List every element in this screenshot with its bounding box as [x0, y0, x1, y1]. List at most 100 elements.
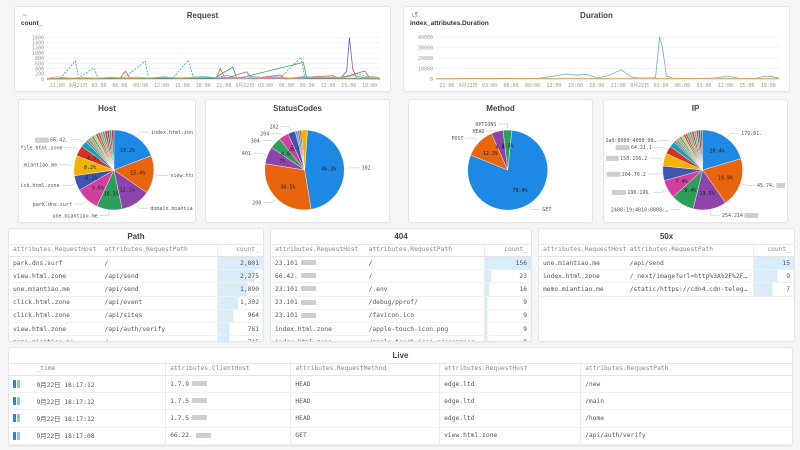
- x-tick: 9月21日: [459, 83, 478, 89]
- table-row[interactable]: 9月22日 18:17:121.7.9HEADedge.ltd/new: [9, 376, 792, 393]
- pie-slice-label: 401: [242, 151, 251, 157]
- table-cell: 9: [484, 296, 531, 309]
- column-header[interactable]: attributes.RequestMethod: [291, 362, 440, 376]
- table-cell: /apple-touch-icon.png: [365, 322, 485, 335]
- panel-method: Method 79.4%12.3%4.8%3.5%OPTIONSHEADPOST…: [408, 99, 593, 223]
- table-row[interactable]: 23.101/.env16: [271, 283, 531, 296]
- pie-pct-label: 3.5%: [502, 144, 514, 150]
- table-row[interactable]: click.html.zone/api/sites964: [9, 309, 263, 322]
- host-pie-chart[interactable]: 19.2%15.4%12.1%10.3%9.6%6.1%8.2%4.3%66.4…: [21, 113, 193, 221]
- panel-statuscodes: StatusCodes 46.3%30.1%7%4.6%4%3.1%202204…: [205, 99, 390, 223]
- table-cell: 9月22日 18:16:18: [32, 444, 165, 445]
- refresh-icon[interactable]: ↺: [411, 10, 419, 20]
- column-header[interactable]: _time: [32, 362, 165, 376]
- table-row[interactable]: une.miantiao.me/api/send1,890: [9, 283, 263, 296]
- table-row[interactable]: view.html.zone/api/auth/verify761: [9, 322, 263, 335]
- pie-leader-line: [137, 205, 149, 209]
- table-row[interactable]: 9月22日 18:16:1849.74.GETpark.dns.surf/: [9, 444, 792, 445]
- live-entry-icon[interactable]: [13, 397, 16, 405]
- pie-leader-line: [281, 127, 292, 131]
- column-header[interactable]: attributes.RequestPath: [626, 243, 754, 257]
- pie-slice-label: view.html.zone: [171, 173, 193, 179]
- row-icon-cell[interactable]: [9, 376, 32, 393]
- table-row[interactable]: view.html.zone/api/send2,275: [9, 270, 263, 283]
- request-line-chart[interactable]: 1600140012001000800600400200021:009月21日0…: [17, 31, 388, 90]
- column-header[interactable]: attributes.RequestPath: [581, 362, 792, 376]
- status-chart-canvas[interactable]: 46.3%30.1%7%4.6%4%3.1%202204304401200302: [208, 113, 387, 221]
- table-cell: 9月22日 18:17:12: [32, 393, 165, 410]
- table-row[interactable]: click.html.zone/api/event1,302: [9, 296, 263, 309]
- column-header[interactable]: count_: [217, 243, 263, 257]
- table-row[interactable]: 66.42./23: [271, 270, 531, 283]
- pie-leader-line: [262, 141, 274, 142]
- row-icon-cell[interactable]: [9, 393, 32, 410]
- pie-pct-label: 30.1%: [280, 185, 295, 191]
- column-header[interactable]: count_: [484, 243, 531, 257]
- pie-leader-line: [728, 133, 740, 137]
- row-icon-cell[interactable]: [9, 427, 32, 444]
- statuscodes-pie-chart[interactable]: 46.3%30.1%7%4.6%4%3.1%202204304401200302: [208, 113, 387, 221]
- ip-chart-canvas[interactable]: 20.4%19.9%13.5%9.4%7.4%2a0:0000:4000:00……: [606, 113, 785, 221]
- live-entry-icon[interactable]: [13, 432, 16, 440]
- live-entry-icon[interactable]: [13, 380, 16, 388]
- table-row[interactable]: memo.miantiao.me/715: [9, 336, 263, 341]
- column-header[interactable]: attributes.RequestHost: [271, 243, 365, 257]
- row-icon-cell[interactable]: [9, 410, 32, 427]
- column-header[interactable]: attributes.ClientHost: [166, 362, 291, 376]
- table-cell: 1,890: [217, 283, 263, 296]
- method-chart-canvas[interactable]: 79.4%12.3%4.8%3.5%OPTIONSHEADPOSTGET: [411, 113, 590, 221]
- table-row[interactable]: une.miantiao.me/api/send15: [539, 257, 794, 270]
- table-row[interactable]: memo.miantiao.me/static/https://cdn4.cdn…: [539, 283, 794, 296]
- line-series-green[interactable]: [47, 62, 380, 78]
- line-series-orange[interactable]: [436, 78, 779, 79]
- column-header[interactable]: attributes.RequestHost: [9, 243, 100, 257]
- x-tick: 18:00: [761, 83, 776, 89]
- pie-slice-label: 66.42.: [50, 138, 68, 144]
- column-header[interactable]: attributes.RequestPath: [365, 243, 485, 257]
- column-header[interactable]: [9, 362, 32, 376]
- pie-slice-label: 179.61.: [741, 131, 762, 137]
- table-cell: memo.miantiao.me: [9, 336, 100, 341]
- pie-leader-line: [487, 130, 497, 131]
- y-axis-label: index_attributes.Duration: [410, 20, 489, 27]
- table-cell: /.env: [365, 283, 485, 296]
- live-entry-icon[interactable]: [13, 414, 16, 422]
- pie-leader-line: [70, 140, 82, 143]
- table-cell: 23: [484, 270, 531, 283]
- ip-pie-chart[interactable]: 20.4%19.9%13.5%9.4%7.4%2a0:0000:4000:00……: [606, 113, 785, 221]
- table-row[interactable]: park.dns.surf/2,801: [9, 257, 263, 270]
- pie-leader-line: [498, 124, 507, 129]
- pie-slice-label: file.html.zone: [21, 146, 63, 152]
- table-row[interactable]: 9月22日 18:17:0866.22.GETview.html.zone/ap…: [9, 427, 792, 444]
- column-header[interactable]: attributes.RequestHost: [539, 243, 626, 257]
- table-cell: 1.7.9: [166, 376, 291, 393]
- x-tick: 03:00: [482, 83, 497, 89]
- pie-pct-label: 6.1%: [85, 176, 97, 182]
- table-cell: click.html.zone: [9, 296, 100, 309]
- column-header[interactable]: count_: [753, 243, 794, 257]
- table-row[interactable]: 9月22日 18:17:121.7.5HEADedge.ltd/home: [9, 410, 792, 427]
- request-chart-canvas[interactable]: 1600140012001000800600400200021:009月21日0…: [17, 31, 388, 90]
- table-row[interactable]: index.html.zone/apple-touch-icon-precomp…: [271, 336, 531, 341]
- host-chart-canvas[interactable]: 19.2%15.4%12.1%10.3%9.6%6.1%8.2%4.3%66.4…: [21, 113, 193, 221]
- x-tick: 18:00: [362, 83, 377, 89]
- table-row[interactable]: 23.101/debug/pprof/9: [271, 296, 531, 309]
- table-row[interactable]: 23.101/favicon.ico9: [271, 309, 531, 322]
- row-icon-cell[interactable]: [9, 444, 32, 445]
- duration-chart-canvas[interactable]: 40000300002000010000021:009月21日03:0006:0…: [406, 31, 787, 90]
- table-row[interactable]: 23.101/156: [271, 257, 531, 270]
- x-tick: 15:00: [341, 83, 356, 89]
- column-header[interactable]: attributes.RequestPath: [100, 243, 217, 257]
- pie-slice-label: OPTIONS: [475, 122, 496, 128]
- table-cell: 9: [753, 270, 794, 283]
- chart-wave-icon[interactable]: ~: [22, 10, 27, 20]
- table-row[interactable]: 9月22日 18:17:121.7.5HEADedge.ltd/main: [9, 393, 792, 410]
- column-header[interactable]: attributes.RequestHost: [440, 362, 581, 376]
- pie-leader-line: [654, 147, 667, 149]
- panel-path: Path attributes.RequestHostattributes.Re…: [8, 228, 264, 342]
- table-row[interactable]: index.html.zone/apple-touch-icon.png9: [271, 322, 531, 335]
- duration-line-chart[interactable]: 40000300002000010000021:009月21日03:0006:0…: [406, 31, 787, 90]
- table-row[interactable]: index.html.zone/_next/image?url=http%3A%…: [539, 270, 794, 283]
- x-tick: 09:00: [525, 83, 540, 89]
- method-pie-chart[interactable]: 79.4%12.3%4.8%3.5%OPTIONSHEADPOSTGET: [411, 113, 590, 221]
